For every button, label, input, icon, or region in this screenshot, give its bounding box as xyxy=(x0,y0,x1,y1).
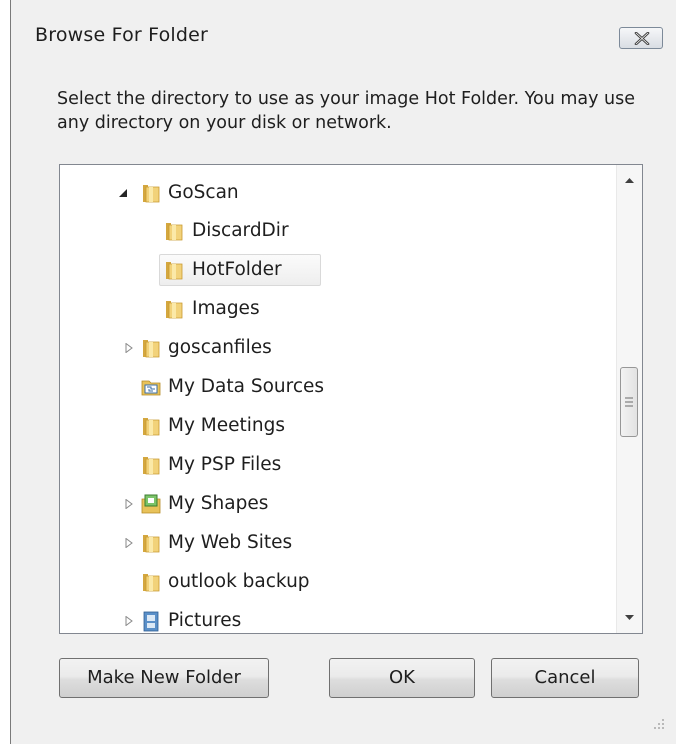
folder-icon xyxy=(143,457,160,475)
vertical-scrollbar[interactable] xyxy=(616,165,642,633)
tree-item-images[interactable]: Images xyxy=(60,292,616,326)
folder-icon xyxy=(166,301,183,319)
folder-icon xyxy=(143,185,160,203)
folder-icon xyxy=(166,223,183,241)
grip-lines-icon xyxy=(625,397,633,407)
tree-item-my-psp-files[interactable]: My PSP Files xyxy=(60,448,616,482)
tree-item-goscan[interactable]: GoScan xyxy=(60,176,616,210)
tree-item-pictures[interactable]: Pictures xyxy=(60,604,616,633)
make-new-folder-button[interactable]: Make New Folder xyxy=(59,658,269,698)
scroll-up-arrow-icon xyxy=(625,178,634,183)
collapsed-arrow-icon[interactable] xyxy=(124,343,134,353)
dialog-title: Browse For Folder xyxy=(35,24,209,46)
folder-icon xyxy=(143,535,160,553)
collapsed-arrow-icon[interactable] xyxy=(124,616,134,626)
ok-button[interactable]: OK xyxy=(329,658,475,698)
data-sources-folder-icon xyxy=(141,380,161,396)
tree-item-my-web-sites[interactable]: My Web Sites xyxy=(60,526,616,560)
tree-item-label: Pictures xyxy=(168,610,242,631)
tree-item-label: My Meetings xyxy=(168,415,286,436)
tree-item-label: My Shapes xyxy=(168,493,269,514)
close-button[interactable] xyxy=(619,27,663,49)
cancel-button[interactable]: Cancel xyxy=(491,658,639,698)
folder-icon xyxy=(143,574,160,592)
tree-item-label: GoScan xyxy=(168,182,239,203)
dialog-description: Select the directory to use as your imag… xyxy=(57,89,636,133)
scroll-up-button[interactable] xyxy=(617,167,642,193)
tree-item-label: My PSP Files xyxy=(168,454,282,475)
tree-item-my-shapes[interactable]: My Shapes xyxy=(60,487,616,521)
collapsed-arrow-icon[interactable] xyxy=(124,499,134,509)
collapsed-arrow-icon[interactable] xyxy=(124,538,134,548)
tree-item-label: My Data Sources xyxy=(168,376,325,397)
expanded-arrow-icon[interactable] xyxy=(118,188,128,198)
tree-item-my-data-sources[interactable]: My Data Sources xyxy=(60,370,616,404)
tree-item-label: DiscardDir xyxy=(192,220,289,241)
tree-item-label: My Web Sites xyxy=(168,532,293,553)
tree-item-label: Images xyxy=(192,298,260,319)
scrollbar-thumb[interactable] xyxy=(620,367,638,437)
tree-item-goscanfiles[interactable]: goscanfiles xyxy=(60,331,616,365)
title-bar: Browse For Folder xyxy=(11,0,676,78)
folder-icon xyxy=(143,340,160,358)
shapes-folder-icon xyxy=(141,494,161,514)
tree-item-label: HotFolder xyxy=(192,259,282,280)
resize-grip-icon[interactable] xyxy=(651,716,667,732)
tree-item-my-meetings[interactable]: My Meetings xyxy=(60,409,616,443)
browse-for-folder-dialog: Browse For Folder Select the directory t… xyxy=(10,0,676,744)
scroll-down-arrow-icon xyxy=(625,615,634,620)
tree-item-label: outlook backup xyxy=(168,571,310,592)
scroll-down-button[interactable] xyxy=(617,605,642,631)
close-icon xyxy=(634,32,650,45)
tree-item-discarddir[interactable]: DiscardDir xyxy=(60,214,616,248)
tree-item-outlook-backup[interactable]: outlook backup xyxy=(60,565,616,599)
tree-item-hotfolder[interactable]: HotFolder xyxy=(60,253,616,287)
pictures-library-icon xyxy=(143,611,159,632)
folder-icon xyxy=(166,262,183,280)
folder-tree[interactable]: GoScan DiscardDir HotFolder Images gosca… xyxy=(59,164,643,634)
folder-icon xyxy=(143,418,160,436)
tree-item-label: goscanfiles xyxy=(168,337,272,358)
